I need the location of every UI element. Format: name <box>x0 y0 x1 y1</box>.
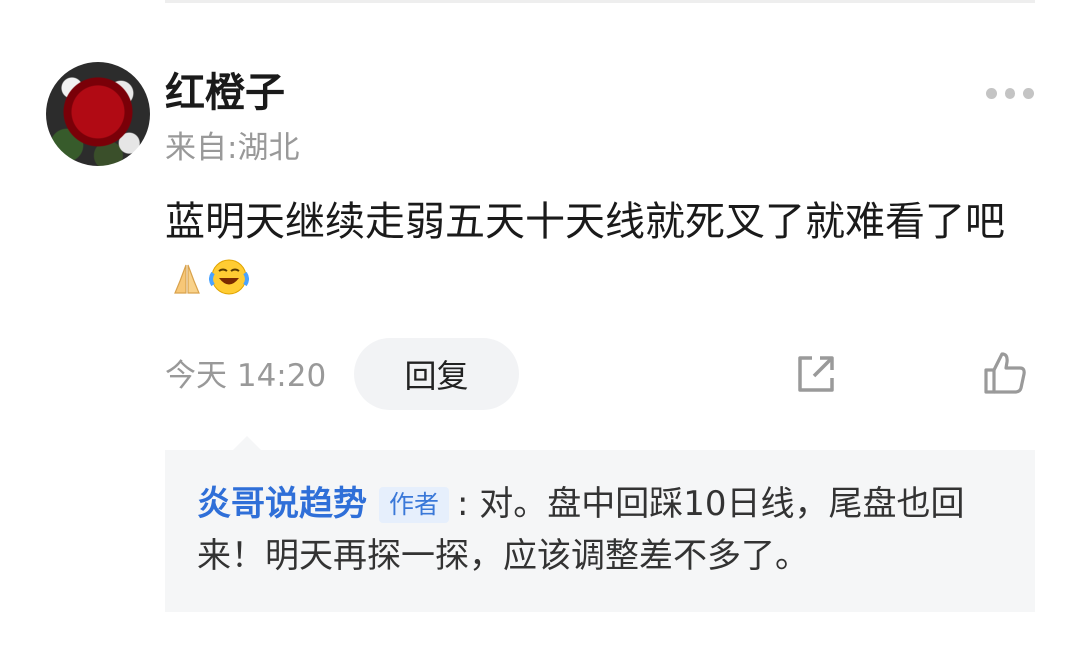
rolling-laughing-icon <box>209 254 249 314</box>
username[interactable]: 红橙子 <box>165 68 285 118</box>
reply-author-name[interactable]: 炎哥说趋势 <box>197 484 367 524</box>
comment-body: 蓝明天继续走弱五天十天线就死叉了就难看了吧 <box>165 199 1005 245</box>
folded-hands-icon <box>169 254 205 314</box>
reply-content: 炎哥说趋势 作者: 对。盘中回踩10日线，尾盘也回来！明天再探一探，应该调整差不多… <box>197 478 1007 582</box>
timestamp: 今天 14:20 <box>165 358 327 394</box>
comment-text: 蓝明天继续走弱五天十天线就死叉了就难看了吧 <box>165 192 1035 314</box>
author-badge: 作者 <box>379 487 450 523</box>
author-reply-box[interactable]: 炎哥说趋势 作者: 对。盘中回踩10日线，尾盘也回来！明天再探一探，应该调整差不多… <box>165 436 1035 612</box>
location-label: 来自:湖北 <box>165 130 300 166</box>
share-icon[interactable] <box>792 350 840 398</box>
avatar[interactable] <box>46 62 150 166</box>
reply-button[interactable]: 回复 <box>354 338 519 410</box>
like-icon[interactable] <box>980 348 1030 398</box>
top-divider <box>165 0 1035 3</box>
more-options-icon[interactable] <box>986 86 1035 100</box>
